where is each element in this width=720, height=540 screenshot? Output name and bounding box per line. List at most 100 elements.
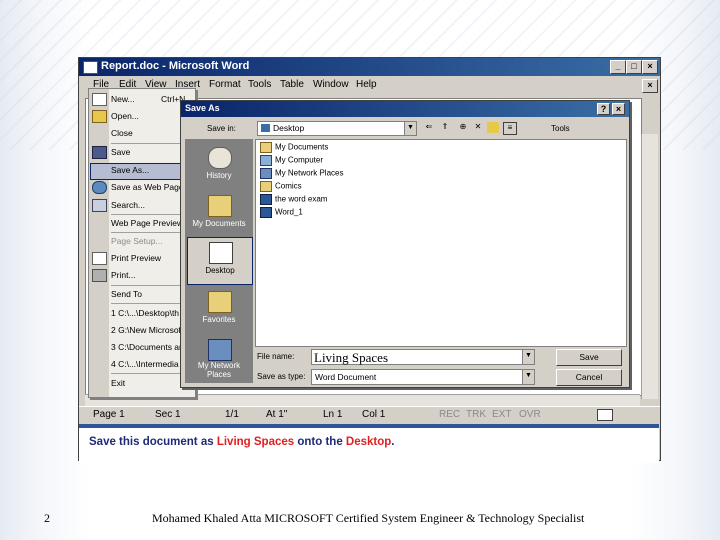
chevron-down-icon[interactable]: ▼: [522, 370, 534, 384]
instruction-box: Save this document as Living Spaces onto…: [79, 424, 659, 463]
file-name: Comics: [275, 181, 302, 191]
recent-file-1[interactable]: 1 C:\...\Desktop\th: [111, 308, 179, 318]
list-item[interactable]: Word_1: [260, 207, 303, 218]
list-item[interactable]: My Network Places: [260, 168, 343, 179]
menu-item-web-preview[interactable]: Web Page Preview: [111, 218, 183, 228]
spelling-status-icon[interactable]: [597, 409, 613, 421]
menu-item-new[interactable]: New...: [111, 94, 135, 104]
status-trk[interactable]: TRK: [466, 409, 486, 420]
new-folder-icon[interactable]: [487, 122, 499, 133]
printer-icon: [92, 269, 107, 282]
close-icon[interactable]: ×: [642, 60, 658, 74]
minimize-icon[interactable]: _: [610, 60, 626, 74]
place-desktop[interactable]: Desktop: [187, 237, 253, 285]
place-my-documents-label: My Documents: [192, 219, 246, 228]
menu-window[interactable]: Window: [313, 79, 349, 90]
menu-table[interactable]: Table: [280, 79, 304, 90]
instruction-after: .: [391, 436, 395, 448]
menu-item-save[interactable]: Save: [111, 147, 130, 157]
save-as-type-value: Word Document: [315, 372, 377, 382]
print-preview-icon: [92, 252, 107, 265]
menu-item-open[interactable]: Open...: [111, 111, 139, 121]
menu-item-exit[interactable]: Exit: [111, 378, 125, 388]
chevron-down-icon[interactable]: ▼: [404, 122, 416, 135]
web-page-icon: [92, 181, 107, 194]
instruction-location: Desktop: [345, 436, 392, 448]
recent-file-2[interactable]: 2 G:\New Microsoft: [111, 325, 183, 335]
search-icon: [92, 199, 107, 212]
status-bar: Page 1 Sec 1 1/1 At 1" Ln 1 Col 1 REC TR…: [79, 406, 660, 423]
instruction-middle: onto the: [294, 436, 346, 448]
save-in-dropdown[interactable]: Desktop ▼: [257, 121, 417, 136]
place-history-label: History: [206, 171, 232, 180]
doc-close-icon[interactable]: ×: [642, 79, 658, 93]
back-icon[interactable]: ⇐: [423, 122, 435, 133]
new-document-icon: [92, 93, 107, 106]
place-favorites[interactable]: Favorites: [187, 287, 251, 333]
list-item[interactable]: the word exam: [260, 194, 327, 205]
title-bar: Report.doc - Microsoft Word _ □ ×: [79, 58, 660, 76]
list-item[interactable]: My Computer: [260, 155, 323, 166]
save-in-label: Save in:: [207, 124, 236, 133]
computer-icon: [260, 155, 272, 166]
menu-item-save-web[interactable]: Save as Web Page: [111, 182, 184, 192]
status-page: Page 1: [93, 409, 125, 420]
menu-item-close[interactable]: Close: [111, 128, 133, 138]
slide-number: 2: [44, 511, 50, 525]
vertical-scrollbar[interactable]: [641, 134, 658, 399]
network-icon: [260, 168, 272, 179]
file-list[interactable]: My Documents My Computer My Network Plac…: [255, 139, 627, 347]
status-ln: Ln 1: [323, 409, 343, 420]
instruction-before: Save this document as: [89, 436, 217, 448]
delete-icon[interactable]: ✕: [472, 122, 484, 133]
place-my-network[interactable]: My Network Places: [187, 335, 251, 381]
menu-item-print[interactable]: Print...: [111, 270, 136, 280]
my-documents-folder-icon: [208, 195, 232, 217]
menu-help[interactable]: Help: [356, 79, 377, 90]
status-ext[interactable]: EXT: [492, 409, 511, 420]
status-rec[interactable]: REC: [439, 409, 460, 420]
save-button[interactable]: Save: [556, 349, 622, 366]
save-as-dialog: Save As ? × Save in: Desktop ▼ ⇐ ⇑ ⊕ ✕ ≡…: [180, 100, 630, 388]
folder-icon: [260, 142, 272, 153]
search-web-icon[interactable]: ⊕: [457, 122, 469, 133]
dialog-title: Save As: [185, 103, 220, 113]
instruction-text: Save this document as Living Spaces onto…: [89, 436, 395, 448]
menu-item-save-as[interactable]: Save As...: [111, 165, 149, 175]
desktop-icon: [209, 242, 233, 264]
place-my-documents[interactable]: My Documents: [187, 191, 251, 237]
recent-file-4[interactable]: 4 C:\...\Intermedia: [111, 359, 179, 369]
file-name-input[interactable]: Living Spaces ▼: [311, 349, 535, 365]
save-as-type-dropdown[interactable]: Word Document ▼: [311, 369, 535, 385]
maximize-icon[interactable]: □: [626, 60, 642, 74]
file-menu-icon-strip: [89, 89, 109, 397]
cancel-button[interactable]: Cancel: [556, 369, 622, 386]
word-document-icon: [260, 194, 272, 205]
views-icon[interactable]: ≡: [503, 122, 517, 135]
list-item[interactable]: My Documents: [260, 142, 328, 153]
history-clock-icon: [208, 147, 232, 169]
save-in-value: Desktop: [273, 123, 305, 133]
help-icon[interactable]: ?: [597, 103, 610, 115]
file-name: the word exam: [275, 194, 328, 204]
menu-item-print-preview[interactable]: Print Preview: [111, 253, 161, 263]
chevron-down-icon[interactable]: ▼: [522, 350, 534, 364]
menu-tools[interactable]: Tools: [248, 79, 271, 90]
menu-format[interactable]: Format: [209, 79, 241, 90]
dialog-close-icon[interactable]: ×: [612, 103, 625, 115]
save-as-type-label: Save as type:: [257, 372, 306, 381]
place-history[interactable]: History: [187, 143, 251, 189]
place-desktop-label: Desktop: [205, 266, 235, 275]
menu-item-search[interactable]: Search...: [111, 200, 145, 210]
list-item[interactable]: Comics: [260, 181, 302, 192]
status-pages: 1/1: [225, 409, 239, 420]
status-ovr[interactable]: OVR: [519, 409, 541, 420]
up-folder-icon[interactable]: ⇑: [439, 122, 451, 133]
recent-file-3[interactable]: 3 C:\Documents an: [111, 342, 184, 352]
menu-item-send-to[interactable]: Send To: [111, 289, 142, 299]
desktop-small-icon: [261, 124, 270, 132]
menu-item-page-setup[interactable]: Page Setup...: [111, 236, 163, 246]
file-name: My Computer: [275, 155, 324, 165]
footer-text: Mohamed Khaled Atta MICROSOFT Certified …: [152, 511, 585, 525]
tools-menu[interactable]: Tools: [551, 124, 570, 133]
